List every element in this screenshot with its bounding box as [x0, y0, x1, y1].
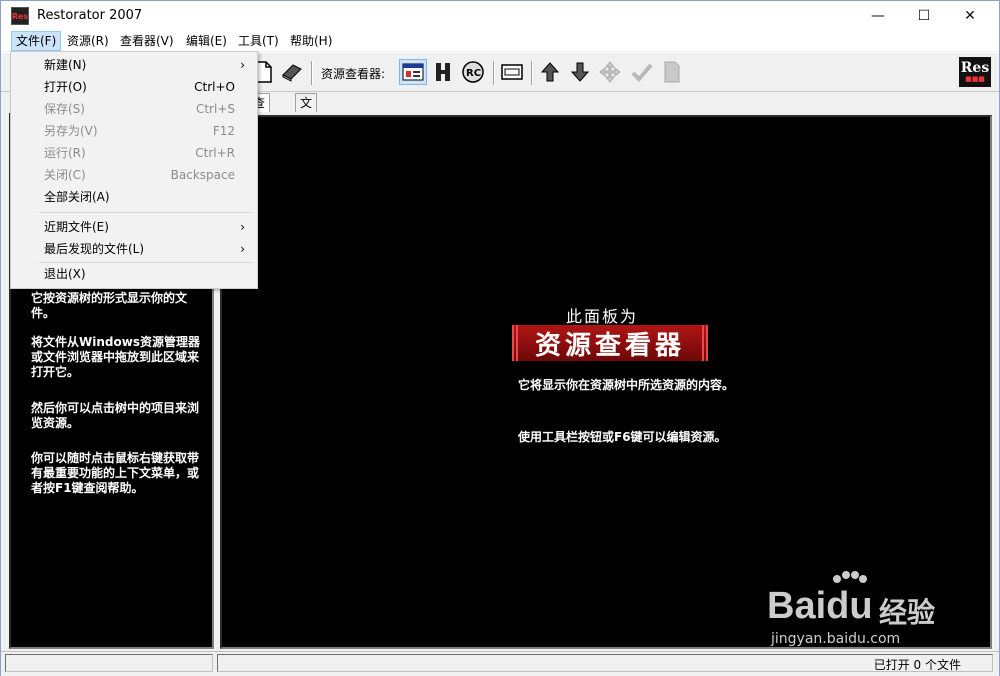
app-icon: Res	[11, 7, 29, 25]
left-paragraph: 然后你可以点击树中的项目来浏览资源。	[31, 401, 200, 430]
left-paragraph: 将文件从Windows资源管理器或文件浏览器中拖放到此区域来打开它。	[31, 335, 200, 379]
submenu-arrow-icon: ›	[240, 58, 245, 72]
resource-viewer-icon[interactable]	[399, 59, 427, 85]
viewer-panel-caption: 此面板为	[566, 307, 639, 326]
menu-item-shortcut: Ctrl+R	[195, 146, 235, 160]
window-title: Restorator 2007	[37, 8, 143, 23]
hex-viewer-icon[interactable]	[432, 61, 454, 83]
logo-subtext: ■■■	[965, 74, 985, 83]
menu-item-shortcut: F12	[212, 124, 235, 138]
menu-item-label: 退出(X)	[44, 267, 86, 281]
menu-file[interactable]: 文件(F)	[11, 31, 62, 51]
menu-item-label: 近期文件(E)	[44, 220, 109, 234]
app-window: Res Restorator 2007 — ☐ ✕ 文件(F) 资源(R) 查看…	[0, 0, 1000, 676]
submenu-arrow-icon: ›	[240, 242, 245, 256]
menu-item-label: 运行(R)	[44, 146, 86, 160]
menu-item-label: 保存(S)	[44, 102, 85, 116]
menu-item-label: 另存为(V)	[44, 124, 98, 138]
menu-item-label: 打开(O)	[44, 80, 87, 94]
arrow-down-icon[interactable]	[569, 61, 591, 83]
viewer-paragraph: 使用工具栏按钮或F6键可以编辑资源。	[518, 430, 727, 444]
menu-item-shortcut: Backspace	[170, 168, 235, 182]
close-button[interactable]: ✕	[947, 1, 993, 31]
left-paragraph: 你可以随时点击鼠标右键获取带有最重要功能的上下文菜单，或者按F1键查阅帮助。	[31, 451, 200, 495]
menu-item-label: 全部关闭(A)	[44, 190, 110, 204]
menu-item-shortcut: Ctrl+O	[194, 80, 235, 94]
menu-item-close: 关闭(C) Backspace	[11, 164, 257, 186]
toolbar-separator	[311, 61, 313, 85]
menu-item-last-found-files[interactable]: 最后发现的文件(L) ›	[11, 238, 257, 260]
svg-text:RC: RC	[466, 68, 481, 79]
toolbar-separator	[531, 61, 533, 85]
menu-resource[interactable]: 资源(R)	[63, 32, 113, 50]
restorator-logo: Res ■■■	[959, 57, 991, 87]
status-cell	[5, 654, 213, 672]
menu-item-open[interactable]: 打开(O) Ctrl+O	[11, 76, 257, 98]
logo-text: Res	[960, 60, 990, 76]
status-bar: 已打开 0 个文件	[1, 651, 999, 676]
viewer-label: 资源查看器:	[321, 67, 386, 81]
arrow-up-icon[interactable]	[539, 61, 561, 83]
checkmark-icon	[631, 61, 653, 83]
menu-help[interactable]: 帮助(H)	[286, 32, 336, 50]
menu-item-close-all[interactable]: 全部关闭(A)	[11, 186, 257, 208]
menu-edit[interactable]: 编辑(E)	[182, 32, 231, 50]
submenu-arrow-icon: ›	[240, 220, 245, 234]
menu-item-run: 运行(R) Ctrl+R	[11, 142, 257, 164]
file-menu-dropdown: 新建(N) › 打开(O) Ctrl+O 保存(S) Ctrl+S 另存为(V)…	[10, 51, 258, 289]
menu-item-recent-files[interactable]: 近期文件(E) ›	[11, 216, 257, 238]
menu-viewer[interactable]: 查看器(V)	[116, 32, 178, 50]
viewer-panel-banner: 资源查看器	[512, 325, 708, 361]
tab-file-browser[interactable]: 文件浏览器	[295, 93, 318, 182]
menu-item-save-as: 另存为(V) F12	[11, 120, 257, 142]
viewer-paragraph: 它将显示你在资源树中所选资源的内容。	[518, 378, 735, 392]
file-icon	[661, 61, 683, 83]
menu-item-label: 新建(N)	[44, 58, 87, 72]
left-paragraph: 它按资源树的形式显示你的文件。	[31, 291, 188, 320]
menu-item-shortcut: Ctrl+S	[195, 102, 235, 116]
menu-separator	[39, 212, 253, 213]
toolbar-separator	[493, 61, 495, 85]
title-bar[interactable]: Res Restorator 2007 — ☐ ✕	[1, 1, 999, 31]
maximize-button[interactable]: ☐	[901, 1, 947, 31]
book-icon[interactable]	[281, 61, 303, 83]
menu-item-label: 关闭(C)	[44, 168, 86, 182]
status-open-count: 已打开 0 个文件	[873, 658, 961, 672]
resource-viewer-panel[interactable]: 此面板为 资源查看器 它将显示你在资源树中所选资源的内容。 使用工具栏按钮或F6…	[220, 115, 992, 649]
menu-item-label: 最后发现的文件(L)	[44, 242, 145, 256]
dialog-icon[interactable]	[501, 61, 523, 83]
rc-viewer-icon[interactable]: RC	[462, 61, 484, 83]
menu-item-new[interactable]: 新建(N) ›	[11, 54, 257, 76]
menu-item-exit[interactable]: 退出(X)	[11, 263, 257, 285]
menu-bar: 文件(F) 资源(R) 查看器(V) 编辑(E) 工具(T) 帮助(H)	[1, 31, 999, 51]
minimize-button[interactable]: —	[855, 1, 901, 31]
menu-item-save: 保存(S) Ctrl+S	[11, 98, 257, 120]
menu-tools[interactable]: 工具(T)	[234, 32, 283, 50]
move-icon	[599, 61, 621, 83]
